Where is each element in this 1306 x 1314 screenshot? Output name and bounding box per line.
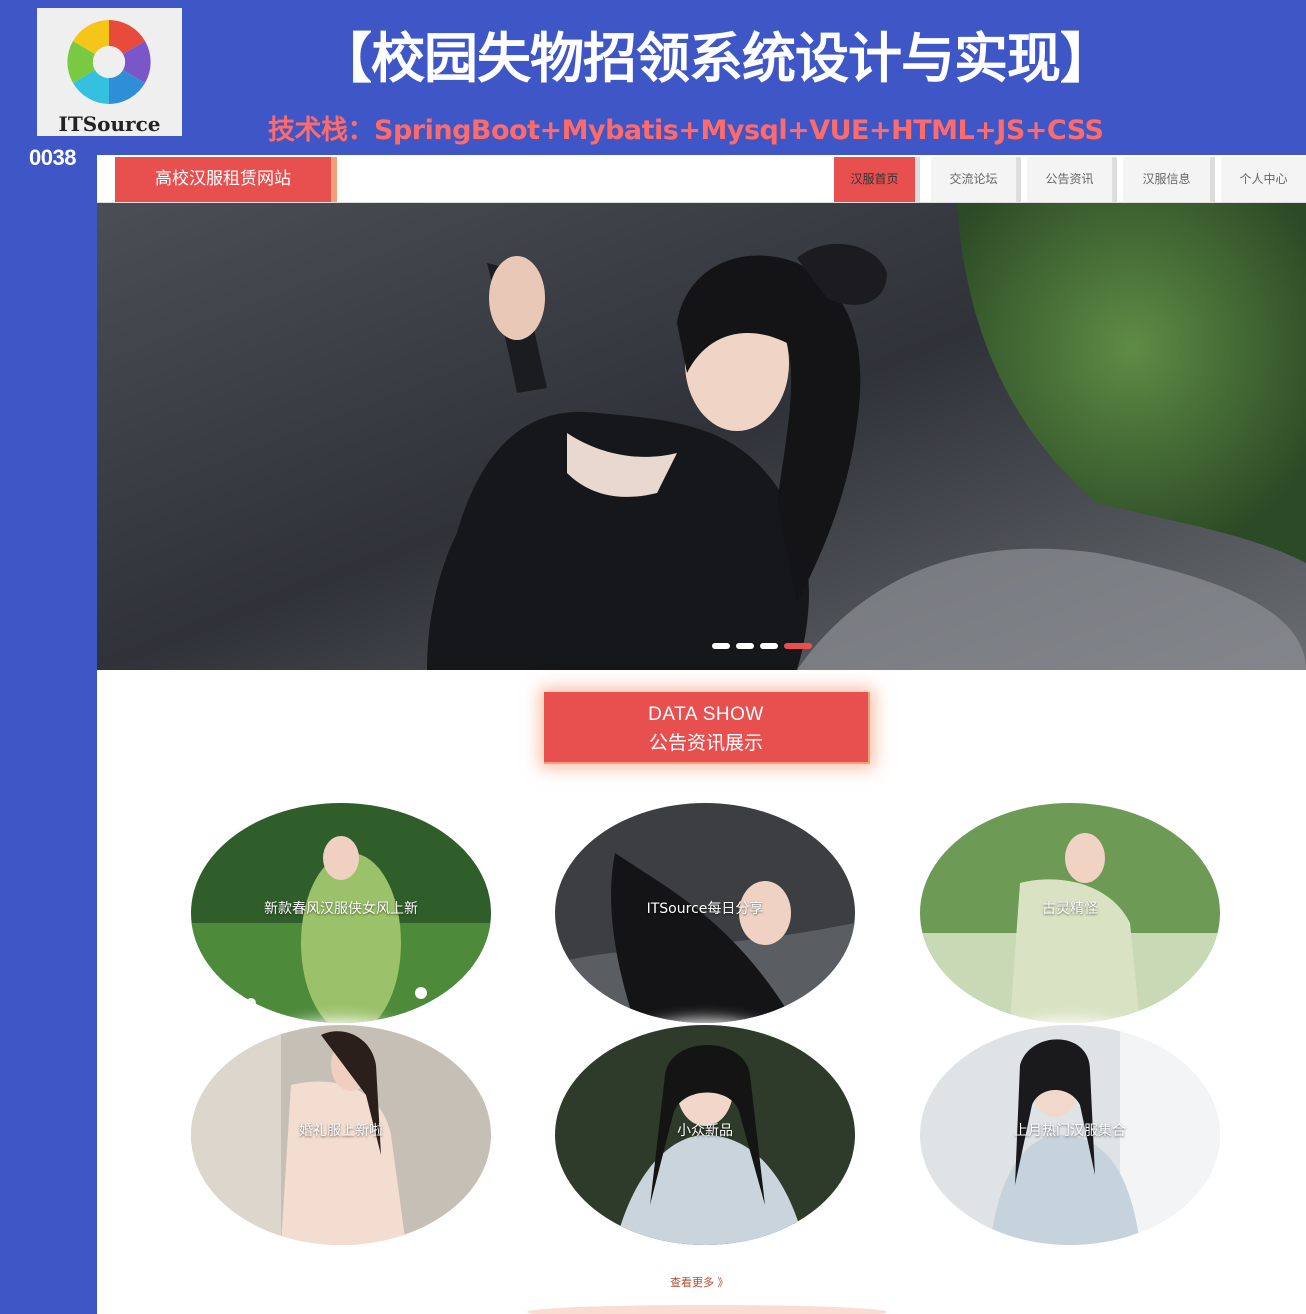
carousel-dot-1[interactable] <box>712 643 730 649</box>
aperture-logo-icon <box>67 20 151 104</box>
news-title-4: 婚礼服上新啦 <box>299 1123 383 1139</box>
site-brand[interactable]: 高校汉服租赁网站 <box>115 157 337 202</box>
news-title-6: 上月热门汉服集合 <box>1014 1123 1126 1139</box>
news-card-5[interactable]: 小众新品 <box>555 1025 855 1245</box>
website: 高校汉服租赁网站 汉服首页 交流论坛 公告资讯 汉服信息 个人中心 DATA S… <box>97 155 1306 1314</box>
news-card-3[interactable]: 古灵精怪 <box>920 803 1220 1023</box>
nav-home[interactable]: 汉服首页 <box>834 157 920 202</box>
news-title-1: 新款春风汉服侠女风上新 <box>264 901 418 917</box>
carousel-dot-3[interactable] <box>760 643 778 649</box>
news-title-3: 古灵精怪 <box>1042 901 1098 917</box>
news-card-1[interactable]: 新款春风汉服侠女风上新 <box>191 803 491 1023</box>
carousel-dot-4[interactable] <box>784 643 812 649</box>
news-card-6[interactable]: 上月热门汉服集合 <box>920 1025 1220 1245</box>
carousel-dot-2[interactable] <box>736 643 754 649</box>
itsource-logo: ITSource <box>37 8 182 136</box>
nav-hanfu[interactable]: 汉服信息 <box>1123 157 1215 202</box>
tech-stack: 技术栈：SpringBoot+Mybatis+Mysql+VUE+HTML+JS… <box>268 115 1104 146</box>
nav-forum[interactable]: 交流论坛 <box>931 157 1021 202</box>
section-title-en: DATA SHOW <box>648 704 764 725</box>
news-card-4[interactable]: 婚礼服上新啦 <box>191 1025 491 1245</box>
next-section-glow <box>527 1305 887 1314</box>
project-number: 0038 <box>29 145 76 170</box>
news-title-5: 小众新品 <box>677 1123 733 1139</box>
section-title: DATA SHOW 公告资讯展示 <box>544 692 870 764</box>
logo-text: ITSource <box>58 112 161 136</box>
hero-image <box>97 203 1306 670</box>
nav-news[interactable]: 公告资讯 <box>1027 157 1117 202</box>
news-card-2[interactable]: ITSource每日分享 <box>555 803 855 1023</box>
nav-user-center[interactable]: 个人中心 <box>1221 157 1306 202</box>
view-more-link[interactable]: 查看更多 》 <box>670 1274 729 1290</box>
hero-carousel[interactable] <box>97 203 1306 670</box>
banner-title: 【校园失物招领系统设计与实现】 <box>318 27 1114 90</box>
news-title-2: ITSource每日分享 <box>646 901 764 917</box>
section-title-cn: 公告资讯展示 <box>648 732 763 754</box>
navbar: 高校汉服租赁网站 汉服首页 交流论坛 公告资讯 汉服信息 个人中心 <box>97 155 1306 203</box>
